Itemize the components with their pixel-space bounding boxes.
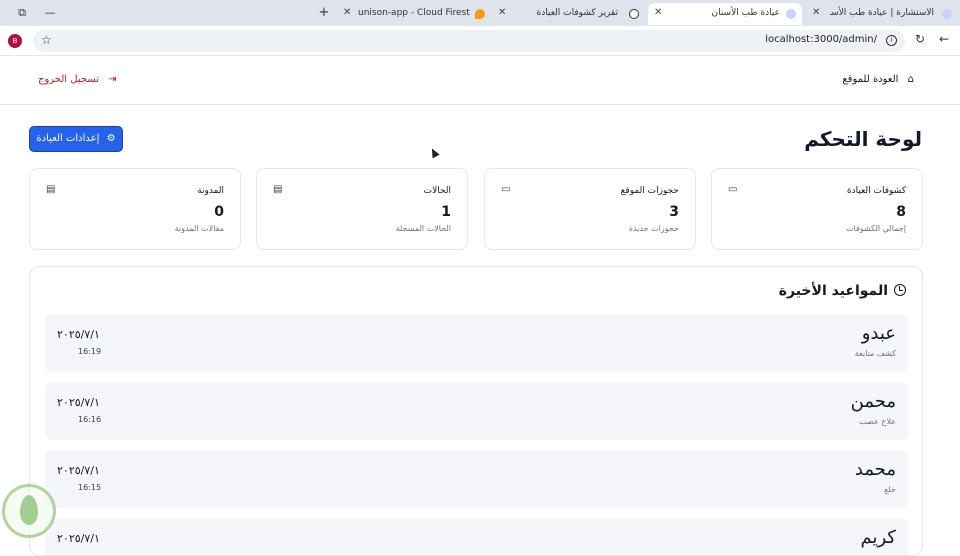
tab-clinic-active[interactable]: ✕ عيادة طب الأسنان <box>648 3 802 25</box>
address-bar[interactable]: ☆ localhost:3000/admin/ i <box>33 30 905 52</box>
firebase-favicon-icon <box>475 9 485 19</box>
appointment-time: 16:19 <box>78 347 102 356</box>
document-icon: ▤ <box>273 184 283 195</box>
appointment-date: ٢٠٢٥/٧/١ <box>57 328 100 341</box>
watermark-logo-icon <box>2 484 56 538</box>
logout-label: تسجيل الخروج <box>38 74 100 85</box>
stat-card-clinic-exams: كشوفات العيادة ▭ 8 إجمالي الكشوفات <box>711 168 923 250</box>
stat-subtitle: الحالات المسجلة <box>395 224 451 233</box>
back-arrow-icon[interactable]: ← <box>937 32 951 46</box>
patient-name: كريم <box>860 527 897 548</box>
site-info-icon[interactable]: i <box>886 35 897 46</box>
globe-favicon-icon <box>629 9 639 19</box>
clinic-settings-button[interactable]: إعدادات العيادة ⚙ <box>29 126 123 152</box>
url-text: localhost:3000/admin/ <box>765 34 877 45</box>
patient-name: محمن <box>850 391 896 412</box>
stat-value: 3 <box>669 204 679 220</box>
clinic-favicon-icon <box>786 9 796 19</box>
appointment-date: ٢٠٢٥/٧/١ <box>57 532 100 545</box>
tab-close-icon[interactable]: ✕ <box>654 3 662 23</box>
clinic-favicon-icon <box>942 9 952 19</box>
back-to-site-label: العودة للموقع <box>842 74 899 85</box>
stat-value: 8 <box>896 204 906 220</box>
stat-title: الحالات <box>423 186 451 196</box>
stat-subtitle: إجمالي الكشوفات <box>845 224 906 233</box>
appointment-time: 16:16 <box>78 415 102 424</box>
tab-close-icon[interactable]: ✕ <box>498 3 506 23</box>
tab-consultation[interactable]: ✕ الاستشارة | عيادة طب الأسنان <box>806 3 958 25</box>
browser-toolbar: B ☆ localhost:3000/admin/ i <box>0 26 960 56</box>
patient-name: عبدو <box>861 323 896 344</box>
tab-title: تقرير كشوفات العيادة <box>536 8 618 18</box>
tab-clinic-report[interactable]: ✕ تقرير كشوفات العيادة <box>494 3 646 25</box>
appointment-row[interactable]: محمد خلع ٢٠٢٥/٧/١ 16:15 <box>45 450 908 508</box>
appointment-date: ٢٠٢٥/٧/١ <box>57 396 100 409</box>
logout-icon: ⇥ <box>108 74 117 85</box>
bookmark-star-icon[interactable]: ☆ <box>41 33 52 47</box>
stat-card-site-bookings: حجوزات الموقع ▭ 3 حجوزات جديدة <box>484 168 696 250</box>
home-icon: ⌂ <box>907 74 914 85</box>
appointment-time: 16:15 <box>78 483 102 492</box>
back-to-site-link[interactable]: العودة للموقع ⌂ <box>842 74 914 85</box>
tab-title: عيادة طب الأسنان <box>711 8 780 18</box>
recent-appointments-panel: المواعيد الأخيرة عبدو كشف متابعة ٢٠٢٥/٧/… <box>29 266 923 556</box>
app-header: تسجيل الخروج ⇥ العودة للموقع ⌂ <box>0 57 960 105</box>
page-title: لوحة التحكم <box>804 127 922 151</box>
reload-icon[interactable]: ↻ <box>913 32 927 46</box>
gear-icon: ⚙ <box>106 133 116 144</box>
stat-subtitle: مقالات المدونة <box>174 224 224 233</box>
new-tab-button[interactable]: + <box>316 5 332 21</box>
tab-title: الاستشارة | عيادة طب الأسنان <box>830 8 934 18</box>
clock-icon <box>894 284 906 296</box>
stat-title: كشوفات العيادة <box>846 186 906 196</box>
stat-subtitle: حجوزات جديدة <box>628 224 679 233</box>
document-icon: ▤ <box>46 184 56 195</box>
profile-avatar[interactable]: B <box>8 34 22 48</box>
calendar-icon: ▭ <box>501 184 511 195</box>
mouse-cursor-icon <box>428 146 440 159</box>
tab-search-icon[interactable]: ⧉ <box>14 5 30 21</box>
calendar-icon: ▭ <box>728 184 738 195</box>
stat-value: 0 <box>214 204 224 220</box>
stat-value: 1 <box>441 204 451 220</box>
clinic-settings-label: إعدادات العيادة <box>36 133 100 144</box>
appointment-type: خلع <box>884 485 896 494</box>
stat-card-cases: الحالات ▤ 1 الحالات المسجلة <box>256 168 468 250</box>
stat-title: المدونة <box>197 186 224 196</box>
browser-tabstrip: ⧉ — ✕ unison-app - Cloud Firestore ✕ تقر… <box>0 0 960 26</box>
appointment-type: كشف متابعة <box>854 349 896 358</box>
minimize-icon[interactable]: — <box>42 5 58 21</box>
appointment-row[interactable]: كريم ٢٠٢٥/٧/١ <box>45 518 908 555</box>
tab-title: unison-app - Cloud Firestore <box>358 8 470 18</box>
appointment-row[interactable]: محمن علاج عصب ٢٠٢٥/٧/١ 16:16 <box>45 382 908 440</box>
stat-title: حجوزات الموقع <box>620 186 679 196</box>
patient-name: محمد <box>854 459 896 480</box>
appointment-date: ٢٠٢٥/٧/١ <box>57 464 100 477</box>
appointment-row[interactable]: عبدو كشف متابعة ٢٠٢٥/٧/١ 16:19 <box>45 314 908 372</box>
stat-card-blog: المدونة ▤ 0 مقالات المدونة <box>29 168 241 250</box>
tab-firestore[interactable]: ✕ unison-app - Cloud Firestore <box>338 3 488 25</box>
recent-appointments-title: المواعيد الأخيرة <box>778 283 888 299</box>
tab-close-icon[interactable]: ✕ <box>812 3 820 23</box>
tab-close-icon[interactable]: ✕ <box>343 3 351 23</box>
appointment-type: علاج عصب <box>859 417 896 426</box>
logout-button[interactable]: تسجيل الخروج ⇥ <box>38 74 117 85</box>
